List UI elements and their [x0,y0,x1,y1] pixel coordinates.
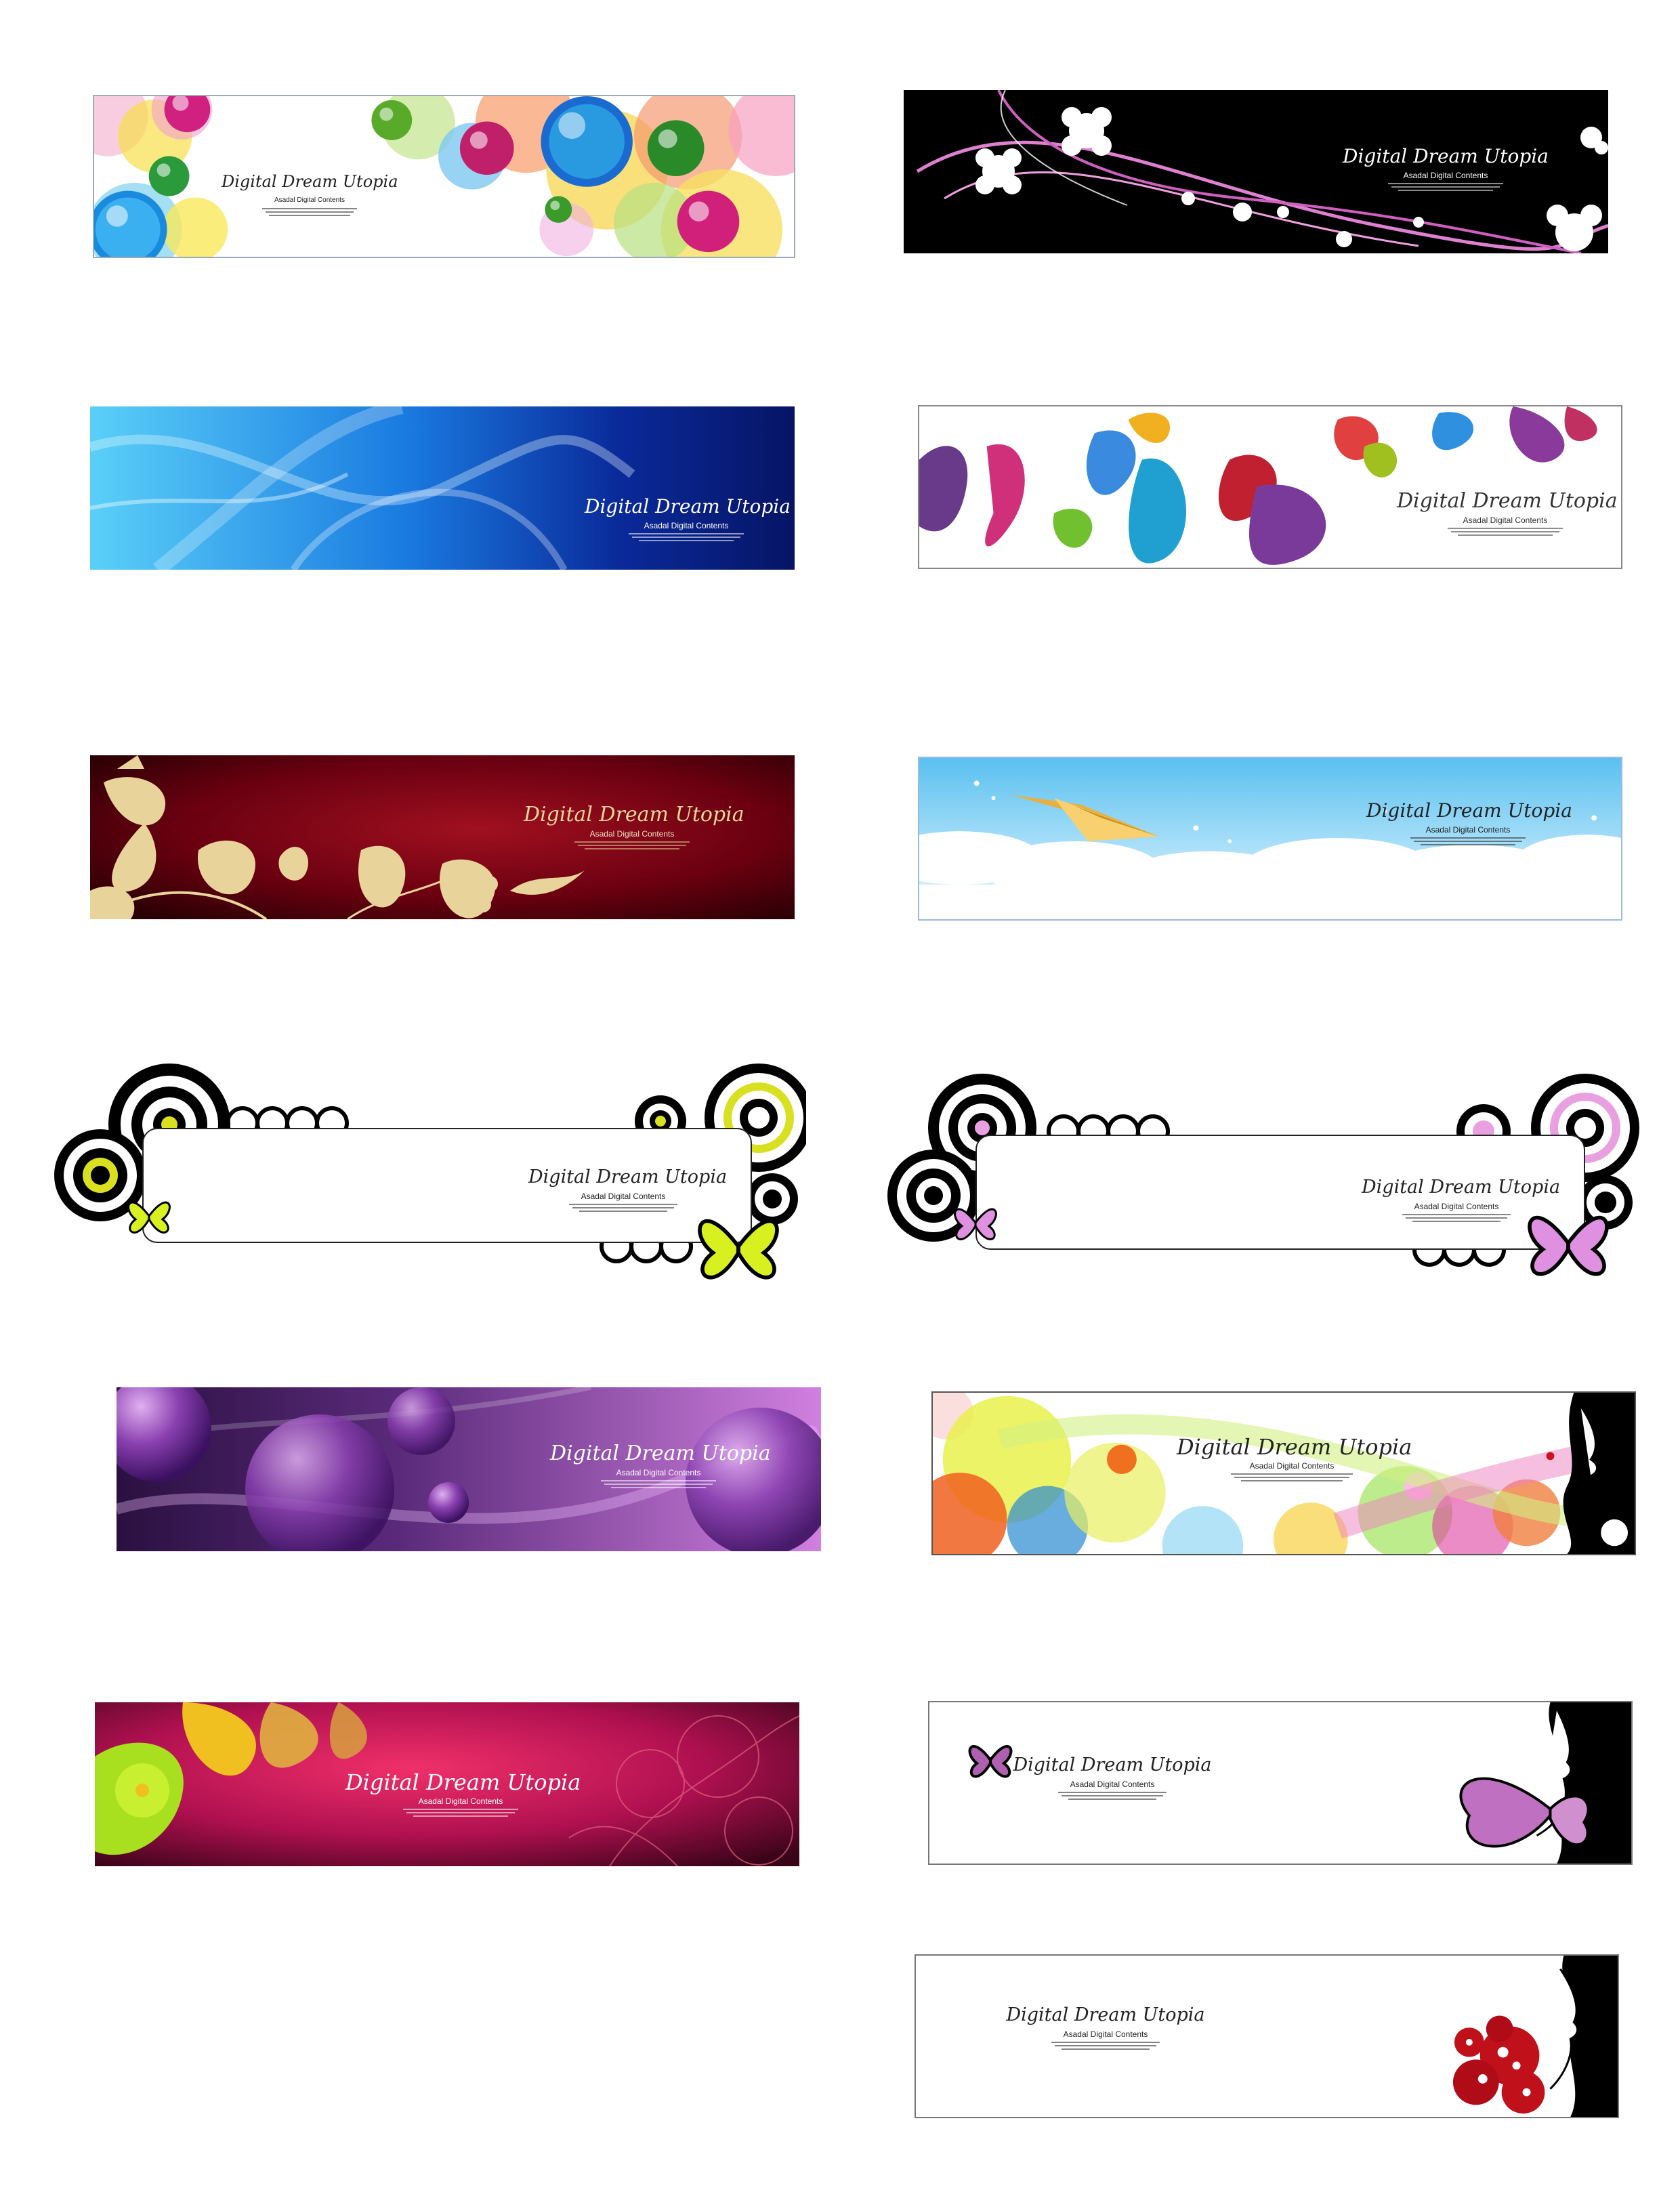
banner-subtitle: Asadal Digital Contents [1403,171,1488,180]
banner-paint-splash: Digital Dream Utopia Asadal Digital Cont… [918,405,1622,569]
banner-subtitle: Asadal Digital Contents [644,521,729,530]
banner-title: Digital Dream Utopia [345,1769,581,1795]
placeholder-text-lines [1397,528,1614,536]
banner-text: Digital Dream Utopia Asadal Digital Cont… [1397,489,1618,536]
placeholder-text-lines [1004,2042,1207,2050]
banner-subtitle: Asadal Digital Contents [1425,825,1511,835]
banner-text: Digital Dream Utopia Asadal Digital Cont… [345,1769,581,1817]
banner-title: Digital Dream Utopia [1366,799,1572,822]
banner-text: Digital Dream Utopia Asadal Digital Cont… [1362,1175,1561,1222]
banner-purple-spheres: Digital Dream Utopia Asadal Digital Cont… [117,1387,821,1551]
banner-text: Digital Dream Utopia Asadal Digital Cont… [585,495,791,541]
placeholder-text-lines [222,208,398,216]
banner-subtitle: Asadal Digital Contents [1463,516,1548,525]
banner-subtitle: Asadal Digital Contents [589,829,675,839]
banner-burgundy-floral: Digital Dream Utopia Asadal Digital Cont… [90,755,795,919]
banner-blue-abstract: Digital Dream Utopia Asadal Digital Cont… [90,406,795,570]
banner-bubbles: Digital Dream Utopia Asadal Digital Cont… [93,95,795,258]
banner-title: Digital Dream Utopia [222,172,398,191]
banner-subtitle: Asadal Digital Contents [1070,1780,1155,1789]
placeholder-text-lines [1011,1792,1214,1800]
banner-text: Digital Dream Utopia Asadal Digital Cont… [528,1165,728,1212]
woman-silhouette-icon [1563,1393,1635,1554]
bubble-icon [647,120,705,177]
bubble-icon [677,190,740,253]
banner-title: Digital Dream Utopia [1362,1177,1561,1198]
banner-title: Digital Dream Utopia [1013,1754,1212,1775]
banner-title: Digital Dream Utopia [1397,489,1618,513]
sphere [387,1387,455,1455]
banner-subtitle: Asadal Digital Contents [418,1796,503,1806]
banner-subtitle: Asadal Digital Contents [1249,1461,1335,1471]
banner-title: Digital Dream Utopia [1177,1434,1412,1460]
bubble-icon [148,156,190,196]
placeholder-text-lines [550,1480,767,1488]
banner-title: Digital Dream Utopia [528,1166,728,1187]
banner-rose-woman: Digital Dream Utopia Asadal Digital Cont… [915,1954,1619,2118]
butterfly-icon [127,1201,171,1234]
banner-text: Digital Dream Utopia Asadal Digital Cont… [550,1442,771,1488]
banner-title: Digital Dream Utopia [585,495,791,518]
banner-title: Digital Dream Utopia [550,1442,771,1465]
bubble-icon [94,190,167,257]
banner-cherry-blossom: Digital Dream Utopia Asadal Digital Cont… [904,90,1608,253]
splash-artwork [919,406,1621,568]
placeholder-text-lines [1177,1473,1407,1481]
bubble-icon [164,96,211,133]
blue-waves-artwork [90,406,795,570]
banner-subtitle: Asadal Digital Contents [581,1192,666,1201]
placeholder-text-lines [345,1809,576,1817]
banner-magenta-hibiscus: Digital Dream Utopia Asadal Digital Cont… [95,1702,799,1866]
butterfly-icon [968,1745,1013,1778]
banner-text: Digital Dream Utopia Asadal Digital Cont… [1011,1753,1214,1800]
banner-text: Digital Dream Utopia Asadal Digital Cont… [524,803,744,849]
banner-text: Digital Dream Utopia Asadal Digital Cont… [222,169,398,216]
banner-butterfly-woman: Digital Dream Utopia Asadal Digital Cont… [928,1701,1633,1865]
banner-text: Digital Dream Utopia Asadal Digital Cont… [1004,2003,1207,2050]
cherry-blossom-icon [975,148,1022,194]
banner-title: Digital Dream Utopia [524,803,744,826]
banner-circles-yellow: Digital Dream Utopia Asadal Digital Cont… [54,1064,806,1301]
placeholder-text-lines [1337,183,1554,191]
banner-subtitle: Asadal Digital Contents [274,196,345,204]
banner-paper-plane: Digital Dream Utopia Asadal Digital Cont… [918,757,1622,921]
lips [1546,1452,1555,1460]
banner-subtitle: Asadal Digital Contents [1414,1202,1499,1211]
sphere [428,1482,469,1523]
banner-title: Digital Dream Utopia [1006,2004,1205,2025]
banner-text: Digital Dream Utopia Asadal Digital Cont… [1366,799,1572,845]
bubble-icon [459,121,514,175]
banner-text: Digital Dream Utopia Asadal Digital Cont… [1177,1434,1412,1481]
banner-subtitle: Asadal Digital Contents [1063,2029,1148,2039]
banner-circles-pink: Digital Dream Utopia Asadal Digital Cont… [887,1074,1639,1311]
banner-bursts-woman: Digital Dream Utopia Asadal Digital Cont… [931,1391,1636,1555]
banner-subtitle: Asadal Digital Contents [616,1468,701,1477]
placeholder-text-lines [585,533,788,541]
bubble-icon [545,196,572,223]
placeholder-text-lines [524,841,740,849]
placeholder-text-lines [528,1204,718,1212]
bubble-icon [541,96,633,187]
banner-text: Digital Dream Utopia Asadal Digital Cont… [1337,144,1554,191]
butterfly-icon [954,1208,997,1240]
bubble-icon [371,100,413,140]
placeholder-text-lines [1362,1214,1551,1222]
placeholder-text-lines [1366,837,1570,845]
banner-title: Digital Dream Utopia [1343,145,1549,167]
